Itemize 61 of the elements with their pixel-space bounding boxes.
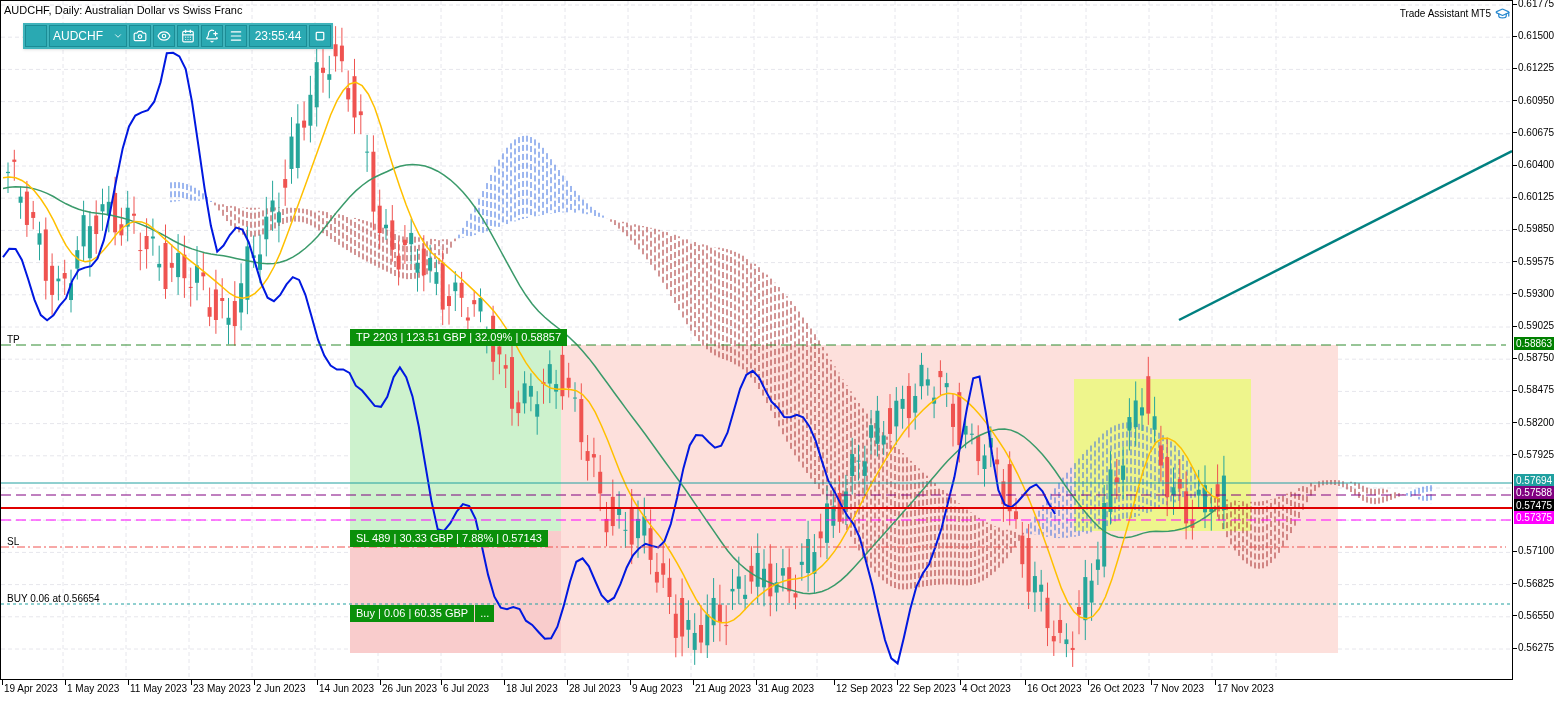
eye-icon[interactable] — [153, 25, 175, 47]
date-tick-label: 26 Jun 2023 — [382, 683, 438, 695]
date-tick-label: 22 Sep 2023 — [899, 683, 956, 695]
date-tick-label: 7 Nov 2023 — [1153, 683, 1205, 695]
price-tick-label: 0.60125 — [1518, 191, 1555, 204]
price-marker: 0.57375 — [1514, 511, 1555, 524]
stop-loss-label: SL 489 | 30.33 GBP | 7.88% | 0.57143 — [350, 530, 548, 547]
price-tick-label: 0.57925 — [1518, 448, 1555, 461]
price-tick-label: 0.60675 — [1518, 126, 1555, 139]
price-tick-label: 0.60400 — [1518, 159, 1555, 171]
date-tick-label: 4 Oct 2023 — [962, 683, 1011, 695]
menu-icon[interactable] — [225, 25, 247, 47]
take-profit-label: TP 2203 | 123.51 GBP | 32.09% | 0.58857 — [350, 329, 568, 346]
graduation-cap-icon[interactable] — [1495, 6, 1510, 21]
price-tick-label: 0.59850 — [1518, 223, 1555, 236]
date-tick-label: 16 Oct 2023 — [1027, 683, 1082, 695]
date-tick-label: 6 Jul 2023 — [443, 683, 490, 695]
line-label: TP — [7, 334, 20, 346]
line-label: BUY 0.06 at 0.56654 — [7, 593, 100, 605]
price-tick-label: 0.58200 — [1518, 416, 1555, 429]
clock-display: 23:55:44 — [249, 25, 307, 47]
date-tick-label: 1 May 2023 — [67, 683, 120, 695]
price-tick-label: 0.61225 — [1518, 62, 1555, 75]
price-tick-label: 0.59300 — [1518, 287, 1555, 300]
date-tick-label: 28 Jul 2023 — [569, 683, 621, 695]
price-tick-label: 0.58475 — [1518, 384, 1555, 397]
price-tick-label: 0.60950 — [1518, 94, 1555, 107]
price-tick-label: 0.57100 — [1518, 545, 1555, 558]
chart-title: AUDCHF, Daily: Australian Dollar vs Swiss Franc — [4, 4, 243, 17]
date-tick-label: 9 Aug 2023 — [632, 683, 683, 695]
caret-icon — [113, 31, 123, 41]
bell-icon[interactable] — [201, 25, 223, 47]
price-tick-label: 0.59575 — [1518, 255, 1555, 268]
date-tick-label: 14 Jun 2023 — [319, 683, 375, 695]
date-tick-label: 17 Nov 2023 — [1217, 683, 1274, 695]
date-tick-label: 23 May 2023 — [193, 683, 251, 695]
price-tick-label: 0.56550 — [1518, 609, 1555, 622]
symbol-dropdown[interactable]: AUDCHF — [49, 25, 127, 47]
price-marker: 0.57588 — [1514, 486, 1555, 499]
date-tick-label: 26 Oct 2023 — [1090, 683, 1145, 695]
price-tick-label: 0.59025 — [1518, 320, 1555, 332]
date-tick-label: 21 Aug 2023 — [695, 683, 752, 695]
price-tick-label: 0.61775 — [1518, 0, 1555, 10]
price-tick-label: 0.56825 — [1518, 577, 1555, 590]
order-label: Buy | 0.06 | 60.35 GBP — [350, 605, 475, 622]
price-tick-label: 0.56275 — [1518, 642, 1555, 654]
date-tick-label: 18 Jul 2023 — [506, 683, 558, 695]
price-marker: 0.58863 — [1514, 337, 1555, 350]
date-tick-label: 19 Apr 2023 — [4, 683, 58, 695]
price-tick-label: 0.61500 — [1518, 30, 1555, 43]
panel-title: Trade Assistant MT5 — [1399, 7, 1491, 21]
date-tick-label: 12 Sep 2023 — [836, 683, 893, 695]
line-label: SL — [7, 536, 20, 548]
date-tick-label: 11 May 2023 — [130, 683, 188, 695]
date-tick-label: 2 Jun 2023 — [256, 683, 306, 695]
price-tick-label: 0.58750 — [1518, 352, 1555, 365]
camera-icon[interactable] — [129, 25, 151, 47]
calendar-icon[interactable] — [177, 25, 199, 47]
restore-icon[interactable] — [309, 25, 331, 47]
more-button[interactable]: ... — [475, 605, 495, 622]
date-tick-label: 31 Aug 2023 — [758, 683, 815, 695]
